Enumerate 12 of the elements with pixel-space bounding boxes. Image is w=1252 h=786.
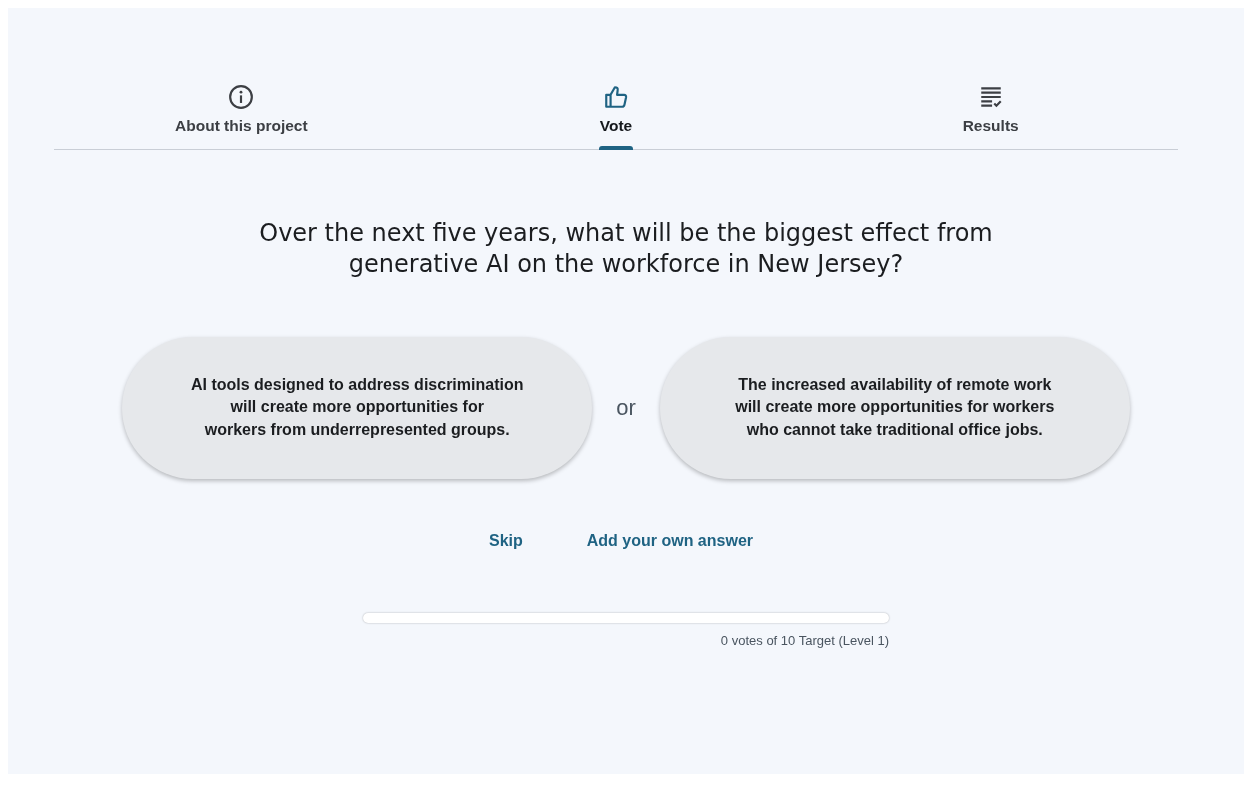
separator-text: or (616, 394, 636, 423)
link[interactable]: Add your own answer (586, 528, 753, 553)
tab[interactable]: Vote (428, 84, 804, 150)
answer-option[interactable]: AI tools designed to address discrimination will create more opportunities for workers from underrepresented groups. (122, 336, 593, 479)
link[interactable]: Skip (488, 528, 523, 553)
question-text: Over the next five years, what will be the biggest effect from generative AI on the workforce in New Jersey? (258, 218, 994, 281)
thumbs-up-icon (603, 84, 629, 110)
tab[interactable]: Results (803, 84, 1178, 150)
answer-option[interactable]: The increased availability of remote work will create more opportunities for workers who cannot take traditional office jobs. (659, 336, 1130, 479)
tab[interactable]: About this project (54, 84, 429, 150)
info-icon (228, 84, 255, 110)
progress-caption: 0 votes of 10 Target (Level 1) (719, 631, 889, 650)
